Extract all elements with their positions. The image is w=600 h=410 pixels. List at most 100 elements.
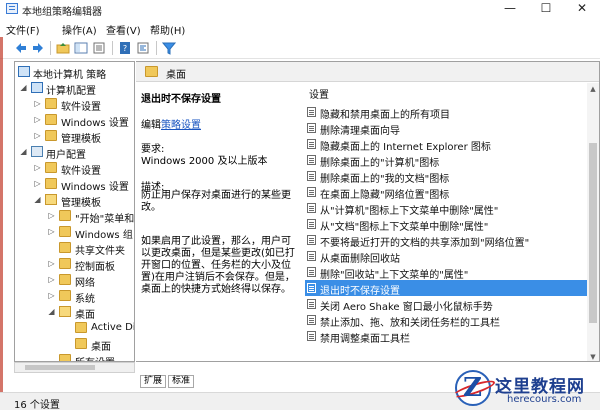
- tree-item-desktop-sub[interactable]: 桌面: [15, 336, 134, 353]
- tree-item-local-policy[interactable]: 本地计算机 策略: [15, 64, 134, 81]
- tree-item-user-config[interactable]: ◢ 用户配置: [15, 144, 134, 161]
- folder-icon: [59, 274, 71, 285]
- expand-icon[interactable]: ▷: [33, 163, 42, 172]
- setting-row[interactable]: 删除"回收站"上下文菜单的"属性": [305, 264, 590, 281]
- collapse-icon[interactable]: ◢: [47, 307, 56, 316]
- setting-row[interactable]: 禁用调整桌面工具栏: [305, 328, 590, 345]
- close-button[interactable]: ✕: [564, 0, 600, 18]
- expand-icon[interactable]: ▷: [33, 115, 42, 124]
- tab-standard[interactable]: 标准: [168, 375, 195, 388]
- menu-help[interactable]: 帮助(H): [150, 22, 185, 37]
- tree-item-user-software-settings[interactable]: ▷ 软件设置: [15, 160, 134, 177]
- setting-row[interactable]: 不要将最近打开的文档的共享添加到"网络位置": [305, 232, 590, 249]
- collapse-icon[interactable]: ◢: [19, 83, 28, 92]
- tree-item-shared-folders[interactable]: 共享文件夹: [15, 240, 134, 257]
- setting-row[interactable]: 隐藏桌面上的 Internet Explorer 图标: [305, 136, 590, 153]
- setting-row[interactable]: 删除桌面上的"计算机"图标: [305, 152, 590, 169]
- help-icon[interactable]: ?: [118, 41, 132, 55]
- forward-icon[interactable]: [31, 41, 45, 55]
- title-bar: 本地组策略编辑器 — ☐ ✕: [0, 0, 600, 18]
- scroll-down-icon[interactable]: ▼: [589, 353, 597, 361]
- tree-item-software-settings[interactable]: ▷ 软件设置: [15, 96, 134, 113]
- toolbar-separator: [112, 41, 113, 55]
- policy-setting-icon: [307, 155, 316, 165]
- description-detail-text: 如果启用了此设置，那么，用户可以更改桌面，但是某些更改(如已打开窗口的位置、任务…: [141, 236, 295, 295]
- setting-row-selected[interactable]: 退出时不保存设置: [305, 280, 590, 297]
- policy-setting-icon: [307, 219, 316, 229]
- refresh-icon[interactable]: [92, 41, 106, 55]
- computer-icon: [31, 82, 43, 93]
- collapse-icon[interactable]: ◢: [19, 147, 28, 156]
- folder-icon: [45, 114, 57, 125]
- pane-title: 桌面: [166, 70, 186, 81]
- scrollbar-thumb[interactable]: [25, 365, 95, 370]
- setting-row[interactable]: 从桌面删除回收站: [305, 248, 590, 265]
- expand-icon[interactable]: ▷: [33, 131, 42, 140]
- minimize-button[interactable]: —: [492, 0, 528, 18]
- policy-setting-icon: [307, 187, 316, 197]
- policy-setting-icon: [307, 283, 316, 293]
- policy-setting-icon: [307, 299, 316, 309]
- edit-policy-link[interactable]: 策略设置: [161, 120, 201, 131]
- expand-icon[interactable]: ▷: [33, 179, 42, 188]
- policy-setting-icon: [307, 203, 316, 213]
- tree-item-windows-components[interactable]: ▷ Windows 组: [15, 224, 134, 241]
- setting-row[interactable]: 关闭 Aero Shake 窗口最小化鼠标手势: [305, 296, 590, 313]
- tree-item-desktop[interactable]: ◢ 桌面: [15, 304, 134, 321]
- setting-row[interactable]: 在桌面上隐藏"网络位置"图标: [305, 184, 590, 201]
- settings-column-header[interactable]: 设置: [309, 86, 329, 101]
- svg-text:?: ?: [123, 44, 127, 53]
- tree-item-start-menu[interactable]: ▷ "开始"菜单和: [15, 208, 134, 225]
- setting-row[interactable]: 禁止添加、拖、放和关闭任务栏的工具栏: [305, 312, 590, 329]
- policy-setting-icon: [307, 267, 316, 277]
- maximize-button[interactable]: ☐: [528, 0, 564, 18]
- collapse-icon[interactable]: ◢: [33, 195, 42, 204]
- tree-item-user-windows-settings[interactable]: ▷ Windows 设置: [15, 176, 134, 193]
- scroll-up-icon[interactable]: ▲: [589, 85, 597, 93]
- folder-icon: [75, 338, 87, 349]
- watermark-url: herecours.com: [507, 394, 582, 405]
- policy-tree[interactable]: 本地计算机 策略 ◢ 计算机配置 ▷ 软件设置 ▷ Windows 设置 ▷ 管…: [14, 61, 135, 362]
- expand-icon[interactable]: ▷: [33, 99, 42, 108]
- folder-icon: [45, 178, 57, 189]
- expand-icon[interactable]: ▷: [47, 227, 56, 236]
- tab-extended[interactable]: 扩展: [140, 375, 167, 388]
- setting-row[interactable]: 从"计算机"图标上下文菜单中删除"属性": [305, 200, 590, 217]
- menu-file[interactable]: 文件(F): [6, 22, 40, 37]
- show-tree-icon[interactable]: [74, 41, 88, 55]
- tree-item-windows-settings[interactable]: ▷ Windows 设置: [15, 112, 134, 129]
- expand-icon[interactable]: ▷: [47, 211, 56, 220]
- setting-row[interactable]: 隐藏和禁用桌面上的所有项目: [305, 104, 590, 121]
- policy-setting-icon: [307, 171, 316, 181]
- expand-icon[interactable]: ▷: [47, 259, 56, 268]
- tree-item-all-settings[interactable]: 所有设置: [15, 352, 134, 361]
- policy-setting-icon: [307, 235, 316, 245]
- tree-item-active-directory[interactable]: Active Dir: [15, 320, 134, 336]
- filter-icon[interactable]: [162, 41, 176, 55]
- tree-item-system[interactable]: ▷ 系统: [15, 288, 134, 305]
- setting-row[interactable]: 从"文档"图标上下文菜单中删除"属性": [305, 216, 590, 233]
- status-text: 16 个设置: [14, 400, 60, 410]
- window-title: 本地组策略编辑器: [22, 7, 102, 18]
- tree-item-admin-templates[interactable]: ▷ 管理模板: [15, 128, 134, 145]
- tree-item-computer-config[interactable]: ◢ 计算机配置: [15, 80, 134, 97]
- properties-icon[interactable]: [136, 41, 150, 55]
- up-folder-icon[interactable]: [56, 41, 70, 55]
- description-title: 退出时不保存设置: [141, 94, 221, 105]
- settings-vertical-scrollbar[interactable]: ▲ ▼: [587, 83, 599, 361]
- menu-view[interactable]: 查看(V): [106, 22, 141, 37]
- expand-icon[interactable]: ▷: [47, 291, 56, 300]
- tree-item-control-panel[interactable]: ▷ 控制面板: [15, 256, 134, 273]
- expand-icon[interactable]: ▷: [47, 275, 56, 284]
- setting-row[interactable]: 删除桌面上的"我的文档"图标: [305, 168, 590, 185]
- tree-item-network[interactable]: ▷ 网络: [15, 272, 134, 289]
- toolbar: ?: [0, 37, 600, 59]
- setting-row[interactable]: 删除清理桌面向导: [305, 120, 590, 137]
- scrollbar-thumb[interactable]: [589, 143, 597, 323]
- policy-setting-icon: [307, 123, 316, 133]
- tree-item-user-admin-templates[interactable]: ◢ 管理模板: [15, 192, 134, 209]
- back-icon[interactable]: [14, 41, 28, 55]
- tree-horizontal-scrollbar[interactable]: [14, 362, 135, 373]
- menu-action[interactable]: 操作(A): [62, 22, 97, 37]
- folder-icon: [75, 322, 87, 333]
